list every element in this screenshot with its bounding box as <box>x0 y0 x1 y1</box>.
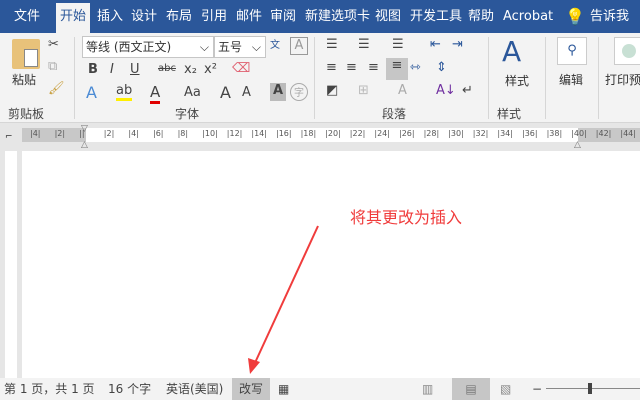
language-status[interactable]: 英语(美国) <box>166 378 223 400</box>
zoom-slider-thumb[interactable] <box>588 383 592 394</box>
web-layout-icon[interactable]: ▧ <box>500 378 511 400</box>
zoom-out-button[interactable]: − <box>532 378 542 400</box>
print-layout-icon[interactable]: ▤ <box>452 378 490 400</box>
zoom-slider[interactable] <box>546 388 640 389</box>
page-count[interactable]: 第 1 页，共 1 页 <box>4 378 95 400</box>
status-bar: 第 1 页，共 1 页 16 个字 英语(美国) 改写 ▦ ▥ ▤ ▧ − <box>0 378 640 400</box>
macro-record-icon[interactable]: ▦ <box>278 378 289 400</box>
annotation-arrow <box>248 225 319 374</box>
read-mode-icon[interactable]: ▥ <box>422 378 433 400</box>
word-count[interactable]: 16 个字 <box>108 378 151 400</box>
overtype-mode-button[interactable]: 改写 <box>232 378 270 400</box>
